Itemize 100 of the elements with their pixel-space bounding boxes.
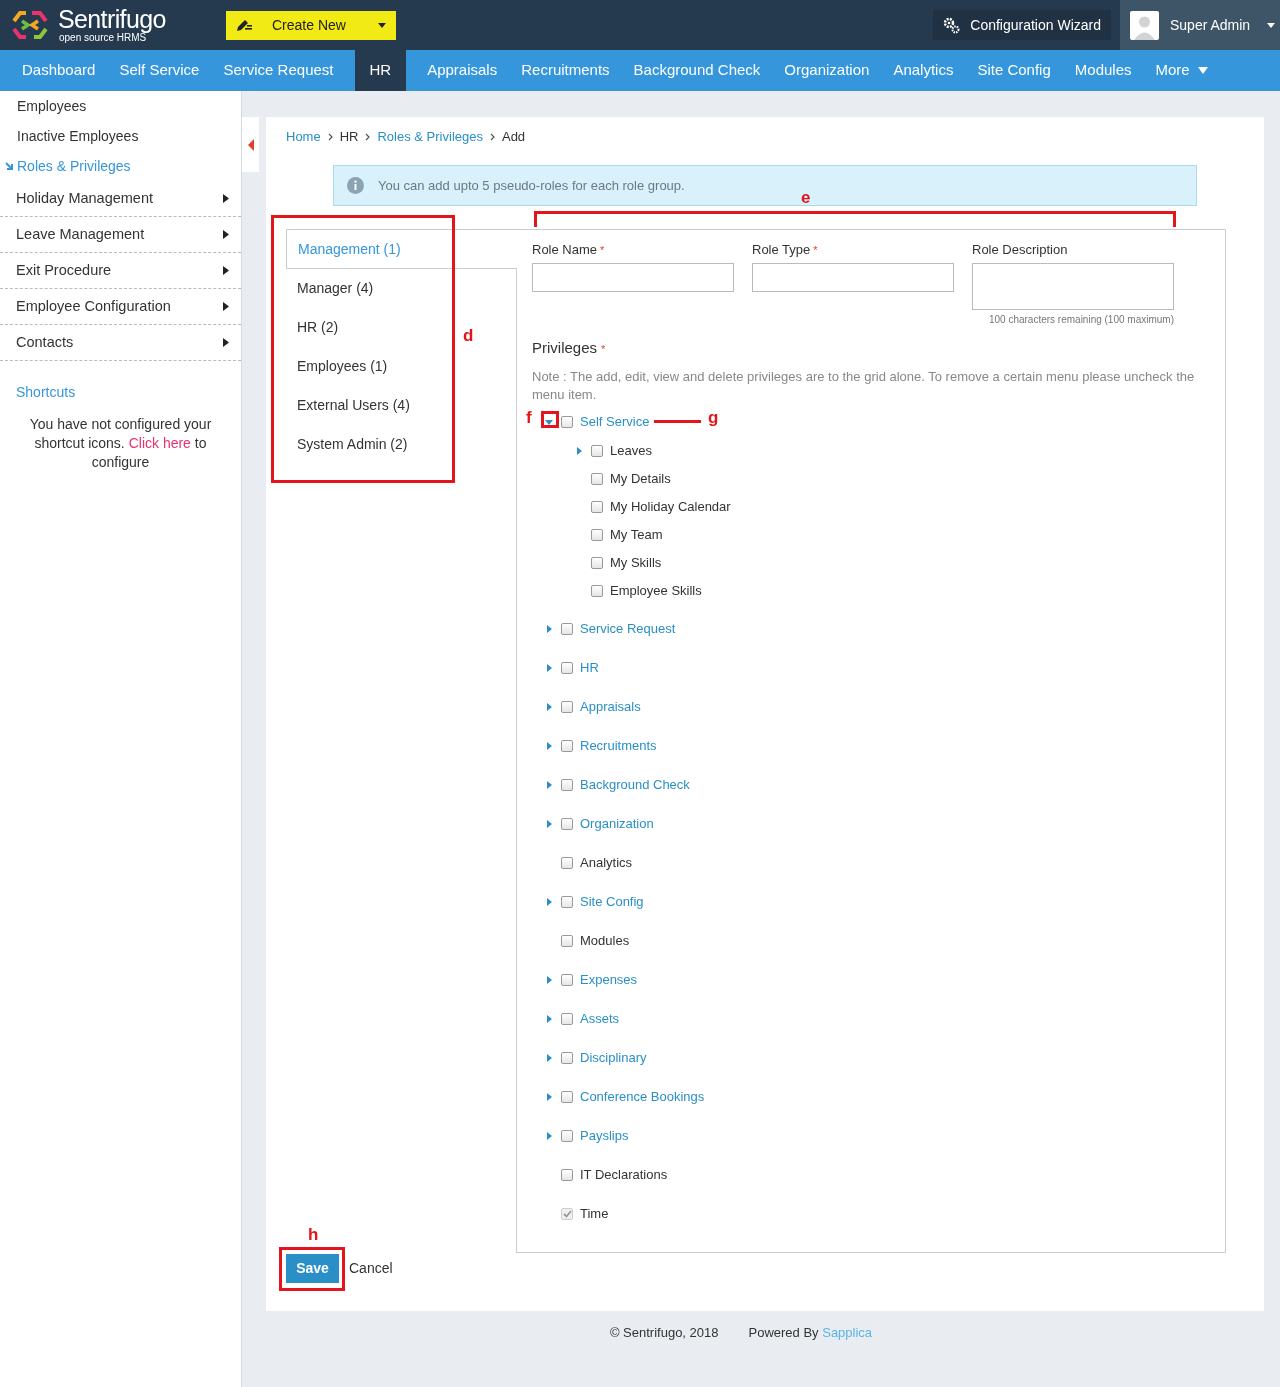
sidebar-item[interactable]: Exit Procedure <box>0 253 241 289</box>
annotation-label: e <box>801 188 811 208</box>
caret-right-icon[interactable] <box>546 898 552 906</box>
configuration-wizard-button[interactable]: Configuration Wizard <box>933 10 1111 40</box>
privilege-label: Leaves <box>610 441 652 460</box>
caret-right-icon[interactable] <box>546 820 552 828</box>
checkbox[interactable] <box>561 857 573 869</box>
save-button[interactable]: Save <box>286 1253 339 1283</box>
input-field[interactable] <box>532 263 734 292</box>
breadcrumb-text: HR <box>339 128 359 147</box>
checkbox[interactable] <box>561 1013 573 1025</box>
nav-tab[interactable]: HR <box>354 50 407 91</box>
checkbox[interactable] <box>591 584 603 597</box>
nav-tab[interactable]: Self Service <box>107 50 212 91</box>
role-group-tab[interactable]: External Users (4) <box>286 386 421 425</box>
info-icon <box>347 177 364 194</box>
breadcrumb-link[interactable]: Roles & Privileges <box>377 127 483 147</box>
nav-tab[interactable]: Organization <box>772 50 882 91</box>
checkbox[interactable] <box>561 896 573 908</box>
checkbox[interactable] <box>561 1091 573 1103</box>
character-count: 100 characters remaining (100 maximum) <box>987 313 1174 327</box>
privileges-note: Note : The add, edit, view and delete privileges are to the grid alone. To remove a certain menu please uncheck the menu item. <box>532 367 1196 404</box>
checkbox[interactable] <box>561 662 573 674</box>
privilege-label: Organization <box>580 815 654 834</box>
checkbox[interactable] <box>561 416 573 428</box>
role-group-tab[interactable]: Management (1) <box>286 229 517 269</box>
pencil-icon <box>236 18 252 32</box>
caret-right-icon[interactable] <box>546 1054 552 1062</box>
checkbox[interactable] <box>561 818 573 830</box>
sidebar-item[interactable]: Inactive Employees <box>0 121 241 151</box>
caret-down-icon[interactable] <box>545 419 553 425</box>
checkbox[interactable] <box>591 556 603 569</box>
checkbox[interactable] <box>561 701 573 713</box>
caret-right-icon[interactable] <box>546 664 552 672</box>
sidebar-item[interactable]: Employees <box>0 91 241 121</box>
role-group-tab[interactable]: Employees (1) <box>286 347 399 386</box>
breadcrumb-link[interactable]: Home <box>286 127 321 147</box>
caret-right-icon[interactable] <box>546 976 552 984</box>
sidebar-item[interactable]: Holiday Management <box>0 181 241 217</box>
gears-icon <box>943 16 961 34</box>
description-field[interactable] <box>972 263 1174 310</box>
privilege-label: Modules <box>580 932 630 951</box>
caret-right-icon[interactable] <box>546 703 552 711</box>
caret-right-icon[interactable] <box>546 781 552 789</box>
sidebar-item[interactable]: Contacts <box>0 325 241 361</box>
privilege-label: HR <box>580 659 599 678</box>
create-new-button[interactable]: Create New <box>226 10 396 40</box>
caret-left-icon <box>247 138 254 151</box>
sidebar-item[interactable]: Leave Management <box>0 217 241 253</box>
checkbox[interactable] <box>591 444 603 457</box>
role-group-tab[interactable]: Manager (4) <box>286 269 385 308</box>
sidebar-item[interactable]: Roles & Privileges <box>0 151 241 181</box>
checkbox[interactable] <box>561 740 573 752</box>
role-group-tab[interactable]: HR (2) <box>286 308 350 347</box>
cancel-button[interactable]: Cancel <box>349 1257 393 1279</box>
powered-by-text: Powered By Sapplica <box>748 1324 873 1342</box>
nav-tab[interactable]: Site Config <box>965 50 1063 91</box>
annotation-box <box>279 1247 345 1291</box>
shortcuts-message: You have not configured your shortcut icons. Click here to configure <box>28 415 213 472</box>
annotation-label: d <box>463 326 474 346</box>
privilege-label: My Skills <box>610 553 662 572</box>
checkbox[interactable] <box>561 1052 573 1064</box>
checkbox[interactable] <box>591 500 603 513</box>
nav-tab[interactable]: Modules <box>1062 50 1144 91</box>
caret-down-icon <box>1197 67 1208 74</box>
checkbox[interactable] <box>591 472 603 485</box>
caret-right-icon[interactable] <box>546 742 552 750</box>
role-group-tab[interactable]: System Admin (2) <box>286 425 419 464</box>
nav-tab[interactable]: More <box>1143 50 1220 91</box>
checkbox[interactable] <box>591 528 603 541</box>
user-menu[interactable]: Super Admin <box>1120 0 1280 50</box>
sidebar-item[interactable]: Employee Configuration <box>0 289 241 325</box>
caret-right-icon[interactable] <box>546 1132 552 1140</box>
input-field[interactable] <box>752 263 954 292</box>
collapse-sidebar-button[interactable] <box>242 117 259 172</box>
checkbox[interactable] <box>561 779 573 791</box>
caret-right-icon[interactable] <box>546 1015 552 1023</box>
privilege-label: Analytics <box>580 854 633 873</box>
privilege-label: Employee Skills <box>610 581 702 600</box>
nav-tab[interactable]: Background Check <box>621 50 773 91</box>
nav-tab[interactable]: Analytics <box>881 50 966 91</box>
checkbox[interactable] <box>561 1169 573 1181</box>
brand-tagline: open source HRMS <box>59 33 147 43</box>
caret-right-icon[interactable] <box>576 446 582 455</box>
annotation-label: g <box>708 408 719 428</box>
nav-tab[interactable]: Service Request <box>211 50 346 91</box>
shortcuts-heading: Shortcuts <box>15 383 77 402</box>
checkbox[interactable] <box>561 974 573 986</box>
checkbox[interactable] <box>561 935 573 947</box>
caret-right-icon[interactable] <box>546 625 552 633</box>
privilege-label: Conference Bookings <box>580 1088 705 1107</box>
nav-tab[interactable]: Recruitments <box>509 50 622 91</box>
privilege-label: My Holiday Calendar <box>610 497 731 516</box>
nav-tab[interactable]: Appraisals <box>415 50 510 91</box>
caret-right-icon[interactable] <box>546 1093 552 1101</box>
nav-tab[interactable]: Dashboard <box>10 50 108 91</box>
checkbox[interactable] <box>561 623 573 635</box>
checkbox[interactable] <box>561 1130 573 1142</box>
click-here-link[interactable]: Click here <box>128 435 191 451</box>
privilege-label: IT Declarations <box>580 1166 668 1185</box>
